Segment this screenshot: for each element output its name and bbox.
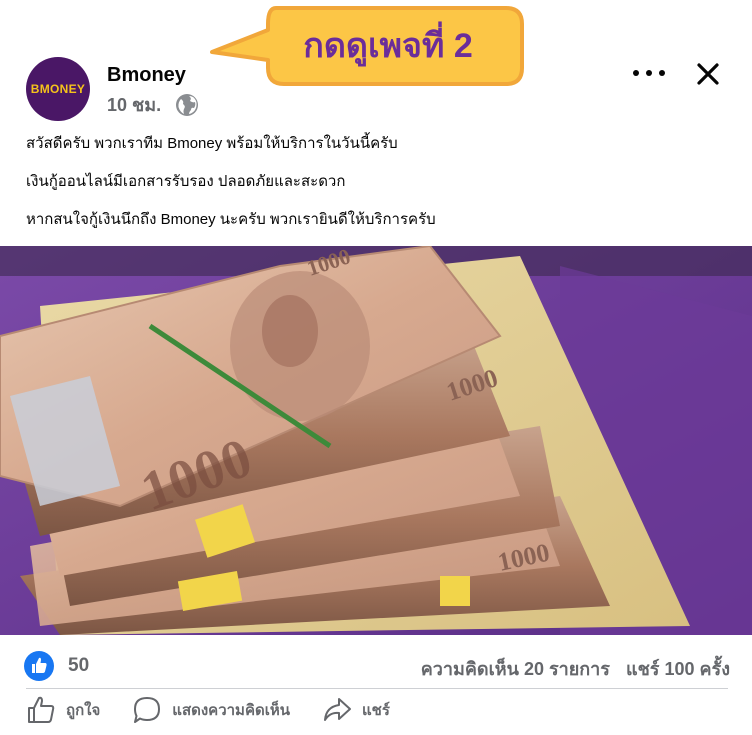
share-button[interactable]: แชร์: [322, 695, 390, 725]
reaction-count: 50: [68, 655, 90, 676]
post-line: สวัสดีครับ พวกเราทีม Bmoney พร้อมให้บริก…: [26, 135, 398, 152]
post-body: สวัสดีครับ พวกเราทีม Bmoney พร้อมให้บริก…: [26, 134, 726, 248]
avatar-logo-text: BMONEY: [30, 82, 86, 96]
post-stats: ความคิดเห็น 20 รายการ แชร์ 100 ครั้ง: [421, 654, 730, 683]
share-label: แชร์: [361, 702, 390, 719]
post-time[interactable]: 10 ชม.: [107, 90, 161, 119]
close-icon[interactable]: [694, 60, 722, 88]
thumbs-up-icon: [28, 696, 55, 723]
post-line: หากสนใจกู้เงินนึกถึง Bmoney นะครับ พวกเร…: [26, 211, 436, 228]
divider: [26, 688, 728, 689]
post-photo[interactable]: 1000 1000 1000 1000: [0, 246, 752, 635]
comment-icon: [134, 697, 161, 723]
post-actions: ถูกใจ แสดงความคิดเห็น แชร์: [26, 695, 422, 725]
reactions-summary[interactable]: 50: [24, 651, 89, 681]
avatar[interactable]: BMONEY: [26, 57, 90, 121]
comment-label: แสดงความคิดเห็น: [172, 702, 290, 719]
like-label: ถูกใจ: [66, 702, 101, 719]
callout-text[interactable]: กดดูเพจที่ 2: [262, 20, 514, 70]
comment-count[interactable]: ความคิดเห็น 20 รายการ: [421, 654, 610, 683]
like-button[interactable]: ถูกใจ: [26, 695, 100, 725]
page-name[interactable]: Bmoney: [107, 64, 186, 87]
more-horizontal-icon[interactable]: [633, 66, 665, 80]
post-meta: 10 ชม.: [107, 90, 199, 119]
comment-button[interactable]: แสดงความคิดเห็น: [132, 695, 290, 725]
post-line: เงินกู้ออนไลน์มีเอกสารรับรอง ปลอดภัยและส…: [26, 173, 346, 190]
like-reaction-icon: [24, 651, 54, 681]
share-count[interactable]: แชร์ 100 ครั้ง: [626, 654, 730, 683]
share-icon: [323, 698, 351, 721]
globe-icon: [176, 93, 199, 116]
